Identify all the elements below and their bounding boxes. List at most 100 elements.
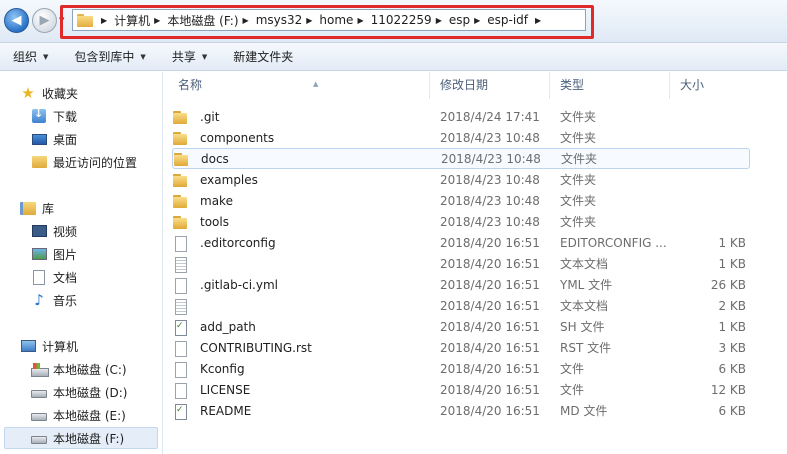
file-name-cell: docs xyxy=(173,151,436,167)
new-folder-label: 新建文件夹 xyxy=(233,50,294,64)
file-row[interactable]: README 2018/4/20 16:51 MD 文件 6 KB xyxy=(172,400,750,421)
sidebar-item-label: 视频 xyxy=(53,224,78,239)
file-modified-date: 2018/4/23 10:48 xyxy=(440,172,540,187)
sidebar-item-downloads[interactable]: 下载 xyxy=(0,105,158,127)
sidebar-computer[interactable]: 计算机 xyxy=(0,335,158,357)
file-name: CONTRIBUTING.rst xyxy=(200,340,312,355)
sidebar-favorites[interactable]: ★ 收藏夹 xyxy=(0,82,158,104)
file-size: 2 KB xyxy=(718,298,746,313)
hard-drive-icon xyxy=(31,384,47,400)
text-file-icon xyxy=(172,256,188,273)
recent-places-icon xyxy=(31,154,47,170)
file-size: 1 KB xyxy=(718,319,746,334)
file-type: MD 文件 xyxy=(560,404,608,418)
sidebar-item-label: 本地磁盘 (C:) xyxy=(53,362,127,377)
folder-icon xyxy=(172,214,188,230)
sidebar-item-music[interactable]: ♪ 音乐 xyxy=(0,289,158,311)
file-name: add_path xyxy=(200,319,256,334)
file-modified-date: 2018/4/20 16:51 xyxy=(440,340,540,355)
column-header-name[interactable]: 名称 ▲ xyxy=(168,72,430,99)
forward-arrow-icon: ▶ xyxy=(39,13,50,28)
file-row[interactable]: components 2018/4/23 10:48 文件夹 xyxy=(172,127,750,148)
file-row[interactable]: 2018/4/20 16:51 文本文档 2 KB xyxy=(172,295,750,316)
hard-drive-icon xyxy=(31,407,47,423)
file-row[interactable]: add_path 2018/4/20 16:51 SH 文件 1 KB xyxy=(172,316,750,337)
sidebar-item-label: 本地磁盘 (E:) xyxy=(53,408,126,423)
column-header-date[interactable]: 修改日期 xyxy=(430,72,550,99)
file-row[interactable]: .editorconfig 2018/4/20 16:51 EDITORCONFIG… xyxy=(172,232,750,253)
organize-button[interactable]: 组织 ▼ xyxy=(7,46,54,68)
desktop-icon xyxy=(31,131,47,147)
file-name: .editorconfig xyxy=(200,235,276,250)
file-type: 文件 xyxy=(560,383,585,397)
file-modified-date: 2018/4/20 16:51 xyxy=(440,277,540,292)
file-type: EDITORCONFIG ... xyxy=(560,235,667,250)
file-row[interactable]: Kconfig 2018/4/20 16:51 文件 6 KB xyxy=(172,358,750,379)
hard-drive-icon xyxy=(31,430,47,446)
file-row[interactable]: .gitlab-ci.yml 2018/4/20 16:51 YML 文件 26 KB xyxy=(172,274,750,295)
text-file-icon xyxy=(172,298,188,315)
file-modified-date: 2018/4/20 16:51 xyxy=(440,319,540,334)
file-row[interactable]: tools 2018/4/23 10:48 文件夹 xyxy=(172,211,750,232)
music-icon: ♪ xyxy=(34,291,44,309)
share-button[interactable]: 共享 ▼ xyxy=(166,46,213,68)
folder-icon xyxy=(172,193,188,209)
file-type: 文件夹 xyxy=(560,173,597,187)
picture-icon xyxy=(31,246,47,262)
file-row[interactable]: LICENSE 2018/4/20 16:51 文件 12 KB xyxy=(172,379,750,400)
column-header-size[interactable]: 大小 xyxy=(670,72,750,99)
download-icon xyxy=(31,107,47,124)
file-name: docs xyxy=(201,151,229,166)
file-name-cell: add_path xyxy=(172,319,435,336)
file-row[interactable]: 2018/4/20 16:51 文本文档 1 KB xyxy=(172,253,750,274)
computer-icon xyxy=(20,338,36,354)
file-icon xyxy=(172,382,188,399)
column-header-type[interactable]: 类型 xyxy=(550,72,670,99)
file-modified-date: 2018/4/20 16:51 xyxy=(440,235,540,250)
file-type: YML 文件 xyxy=(560,278,613,292)
file-name: components xyxy=(200,130,275,145)
sidebar-item-desktop[interactable]: 桌面 xyxy=(0,128,158,150)
file-name-cell: .git xyxy=(172,109,435,125)
file-size: 6 KB xyxy=(718,361,746,376)
include-in-library-button[interactable]: 包含到库中 ▼ xyxy=(68,46,151,68)
sidebar-item-drive-d[interactable]: 本地磁盘 (D:) xyxy=(0,381,158,403)
sidebar-item-drive-e[interactable]: 本地磁盘 (E:) xyxy=(0,404,158,426)
sidebar-item-label: 最近访问的位置 xyxy=(53,155,138,170)
file-row[interactable]: .git 2018/4/24 17:41 文件夹 xyxy=(172,106,750,127)
sidebar-favorites-label: 收藏夹 xyxy=(42,86,79,101)
file-modified-date: 2018/4/23 10:48 xyxy=(440,193,540,208)
file-row[interactable]: make 2018/4/23 10:48 文件夹 xyxy=(172,190,750,211)
include-in-library-label: 包含到库中 xyxy=(74,50,135,64)
sidebar-item-pictures[interactable]: 图片 xyxy=(0,243,158,265)
file-icon xyxy=(172,235,188,252)
file-name-cell: components xyxy=(172,130,435,146)
sidebar-item-recent-places[interactable]: 最近访问的位置 xyxy=(0,151,158,173)
sidebar-item-videos[interactable]: 视频 xyxy=(0,220,158,242)
file-modified-date: 2018/4/20 16:51 xyxy=(440,382,540,397)
windows-drive-icon xyxy=(31,361,49,377)
folder-icon xyxy=(173,151,189,167)
sidebar-item-documents[interactable]: 文档 xyxy=(0,266,158,288)
column-size-label: 大小 xyxy=(680,78,705,92)
new-folder-button[interactable]: 新建文件夹 xyxy=(227,46,299,68)
file-row[interactable]: docs 2018/4/23 10:48 文件夹 xyxy=(172,148,750,169)
back-button[interactable]: ◀ xyxy=(4,8,29,33)
file-row[interactable]: examples 2018/4/23 10:48 文件夹 xyxy=(172,169,750,190)
file-size: 26 KB xyxy=(710,277,746,292)
sidebar-item-label: 图片 xyxy=(53,247,78,262)
column-date-label: 修改日期 xyxy=(440,78,489,92)
file-name: LICENSE xyxy=(200,382,251,397)
star-icon: ★ xyxy=(21,84,35,102)
sidebar-item-label: 本地磁盘 (D:) xyxy=(53,385,128,400)
sidebar-item-drive-c[interactable]: 本地磁盘 (C:) xyxy=(0,358,158,380)
sidebar-libraries[interactable]: 库 xyxy=(0,197,158,219)
file-modified-date: 2018/4/24 17:41 xyxy=(440,109,540,124)
file-list-pane: 名称 ▲ 修改日期 类型 大小 .git 2018/4/24 17:41 文件夹 co… xyxy=(163,72,787,454)
sidebar-computer-label: 计算机 xyxy=(42,339,79,354)
sidebar-item-drive-f[interactable]: 本地磁盘 (F:) xyxy=(4,427,158,449)
file-type: RST 文件 xyxy=(560,341,612,355)
forward-button[interactable]: ▶ xyxy=(32,8,57,33)
file-row[interactable]: CONTRIBUTING.rst 2018/4/20 16:51 RST 文件 3 K… xyxy=(172,337,750,358)
navigation-pane: ★ 收藏夹 下载 桌面 最近访问的位置 库 视频 图片 文档 ♪ 音乐 计算机 … xyxy=(0,72,162,454)
